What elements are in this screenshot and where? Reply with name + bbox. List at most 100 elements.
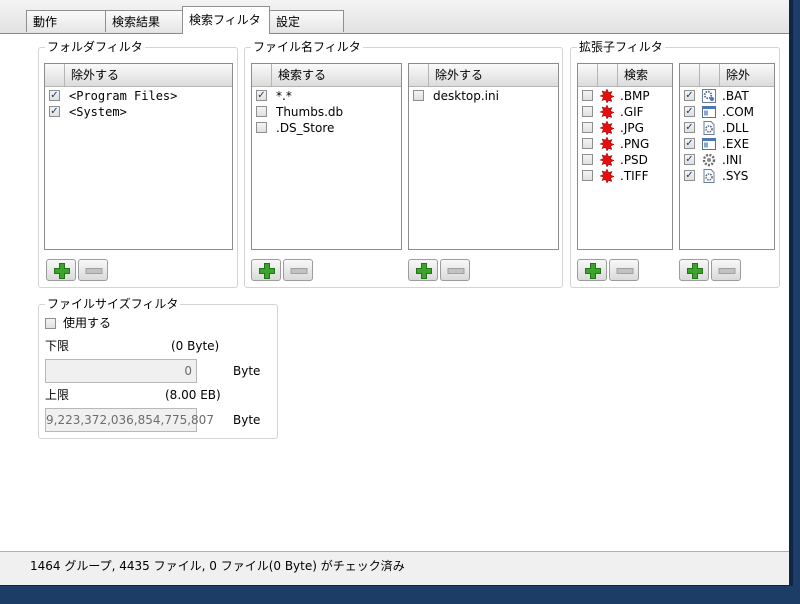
tab-settings[interactable]: 設定 (269, 10, 344, 32)
item-checkbox[interactable] (256, 90, 267, 101)
add-search-extension-button[interactable] (577, 259, 607, 281)
item-checkbox[interactable] (582, 138, 593, 149)
filename-exclude-list[interactable]: 除外する desktop.ini (408, 63, 559, 250)
extension-filter-group: 拡張子フィルタ 検索 .BMP .GIF .JPG .PNG .PSD .TIFF 除外 … (570, 39, 780, 288)
item-checkbox[interactable] (582, 170, 593, 181)
item-label: .PNG (620, 137, 650, 151)
extension-exclude-list[interactable]: 除外 .BAT .COM .DLL .EXE .INI .SYS (679, 63, 775, 250)
program-window-icon (701, 136, 717, 152)
header-checkbox-column[interactable] (252, 64, 272, 86)
filename-filter-title: ファイル名フィルタ (251, 39, 363, 55)
extension-list-item[interactable]: .SYS (680, 168, 774, 184)
item-checkbox[interactable] (684, 122, 695, 133)
extension-list-item[interactable]: .EXE (680, 136, 774, 152)
item-checkbox[interactable] (582, 90, 593, 101)
use-size-filter-label[interactable]: 使用する (63, 315, 111, 331)
extension-list-item[interactable]: .DLL (680, 120, 774, 136)
add-search-button[interactable] (251, 259, 281, 281)
item-checkbox[interactable] (256, 106, 267, 117)
header-checkbox-column[interactable] (409, 64, 429, 86)
list-item[interactable]: desktop.ini (409, 88, 558, 104)
list-header: 除外する (45, 64, 232, 87)
image-paint-icon (599, 104, 615, 120)
header-label[interactable]: 除外 (720, 64, 750, 86)
header-checkbox-column[interactable] (680, 64, 700, 86)
list-item[interactable]: Thumbs.db (252, 104, 401, 120)
list-item[interactable]: <Program Files> (45, 88, 232, 104)
item-checkbox[interactable] (49, 90, 60, 101)
filesize-filter-title: ファイルサイズフィルタ (45, 296, 181, 312)
item-label: .BMP (620, 89, 650, 103)
item-label: .BAT (722, 89, 749, 103)
add-button[interactable] (46, 259, 76, 281)
minus-icon (616, 268, 634, 274)
item-label: .TIFF (620, 169, 649, 183)
item-checkbox[interactable] (684, 106, 695, 117)
list-header: 除外する (409, 64, 558, 87)
plus-icon (259, 263, 275, 279)
upper-limit-hint: (8.00 EB) (165, 388, 221, 402)
image-paint-icon (599, 88, 615, 104)
item-label: .COM (722, 105, 754, 119)
header-label[interactable]: 検索する (272, 64, 326, 86)
dll-gear-icon (701, 120, 717, 136)
extension-list-item[interactable]: .COM (680, 104, 774, 120)
extension-list-item[interactable]: .TIFF (578, 168, 672, 184)
item-label: desktop.ini (433, 89, 499, 103)
item-label: .EXE (722, 137, 750, 151)
item-checkbox[interactable] (256, 122, 267, 133)
item-checkbox[interactable] (684, 154, 695, 165)
item-checkbox[interactable] (684, 90, 695, 101)
item-checkbox[interactable] (684, 170, 695, 181)
tab-action[interactable]: 動作 (26, 10, 106, 32)
header-checkbox-column[interactable] (45, 64, 65, 86)
plus-icon (687, 263, 703, 279)
minus-icon (85, 268, 103, 274)
add-exclude-button[interactable] (408, 259, 438, 281)
tab-search-filter[interactable]: 検索フィルタ (182, 6, 270, 34)
remove-exclude-button[interactable] (440, 259, 470, 281)
item-checkbox[interactable] (582, 154, 593, 165)
minus-icon (290, 268, 308, 274)
upper-limit-label: 上限 (45, 388, 70, 402)
filename-search-list[interactable]: 検索する *.* Thumbs.db .DS_Store (251, 63, 402, 250)
upper-limit-input[interactable]: 9,223,372,036,854,775,807 (45, 408, 214, 432)
lower-limit-input[interactable]: 0 (45, 359, 197, 383)
plus-icon (54, 263, 70, 279)
list-item[interactable]: .DS_Store (252, 120, 401, 136)
remove-exclude-extension-button[interactable] (711, 259, 741, 281)
extension-list-item[interactable]: .PNG (578, 136, 672, 152)
list-item[interactable]: *.* (252, 88, 401, 104)
remove-search-extension-button[interactable] (609, 259, 639, 281)
extension-list-item[interactable]: .PSD (578, 152, 672, 168)
extension-list-item[interactable]: .BAT (680, 88, 774, 104)
list-item[interactable]: <System> (45, 104, 232, 120)
tab-search-results[interactable]: 検索結果 (105, 10, 183, 32)
remove-button[interactable] (78, 259, 108, 281)
extension-list-item[interactable]: .BMP (578, 88, 672, 104)
item-checkbox[interactable] (582, 106, 593, 117)
extension-search-list[interactable]: 検索 .BMP .GIF .JPG .PNG .PSD .TIFF (577, 63, 673, 250)
program-window-icon (701, 104, 717, 120)
header-icon-column[interactable] (598, 64, 618, 86)
header-icon-column[interactable] (700, 64, 720, 86)
header-label[interactable]: 検索 (618, 64, 648, 86)
header-label[interactable]: 除外する (65, 64, 119, 86)
list-header: 検索する (252, 64, 401, 87)
batch-gear-icon (701, 88, 717, 104)
use-size-filter-checkbox[interactable] (45, 318, 56, 329)
extension-list-item[interactable]: .JPG (578, 120, 672, 136)
item-checkbox[interactable] (413, 90, 424, 101)
extension-list-item[interactable]: .INI (680, 152, 774, 168)
filename-filter-group: ファイル名フィルタ 検索する *.* Thumbs.db .DS_Store (244, 39, 563, 288)
header-checkbox-column[interactable] (578, 64, 598, 86)
item-checkbox[interactable] (49, 106, 60, 117)
remove-search-button[interactable] (283, 259, 313, 281)
extension-list-item[interactable]: .GIF (578, 104, 672, 120)
add-exclude-extension-button[interactable] (679, 259, 709, 281)
folder-exclude-list[interactable]: 除外する <Program Files> <System> (44, 63, 233, 250)
item-checkbox[interactable] (582, 122, 593, 133)
header-label[interactable]: 除外する (429, 64, 483, 86)
dll-gear-icon (701, 168, 717, 184)
item-checkbox[interactable] (684, 138, 695, 149)
